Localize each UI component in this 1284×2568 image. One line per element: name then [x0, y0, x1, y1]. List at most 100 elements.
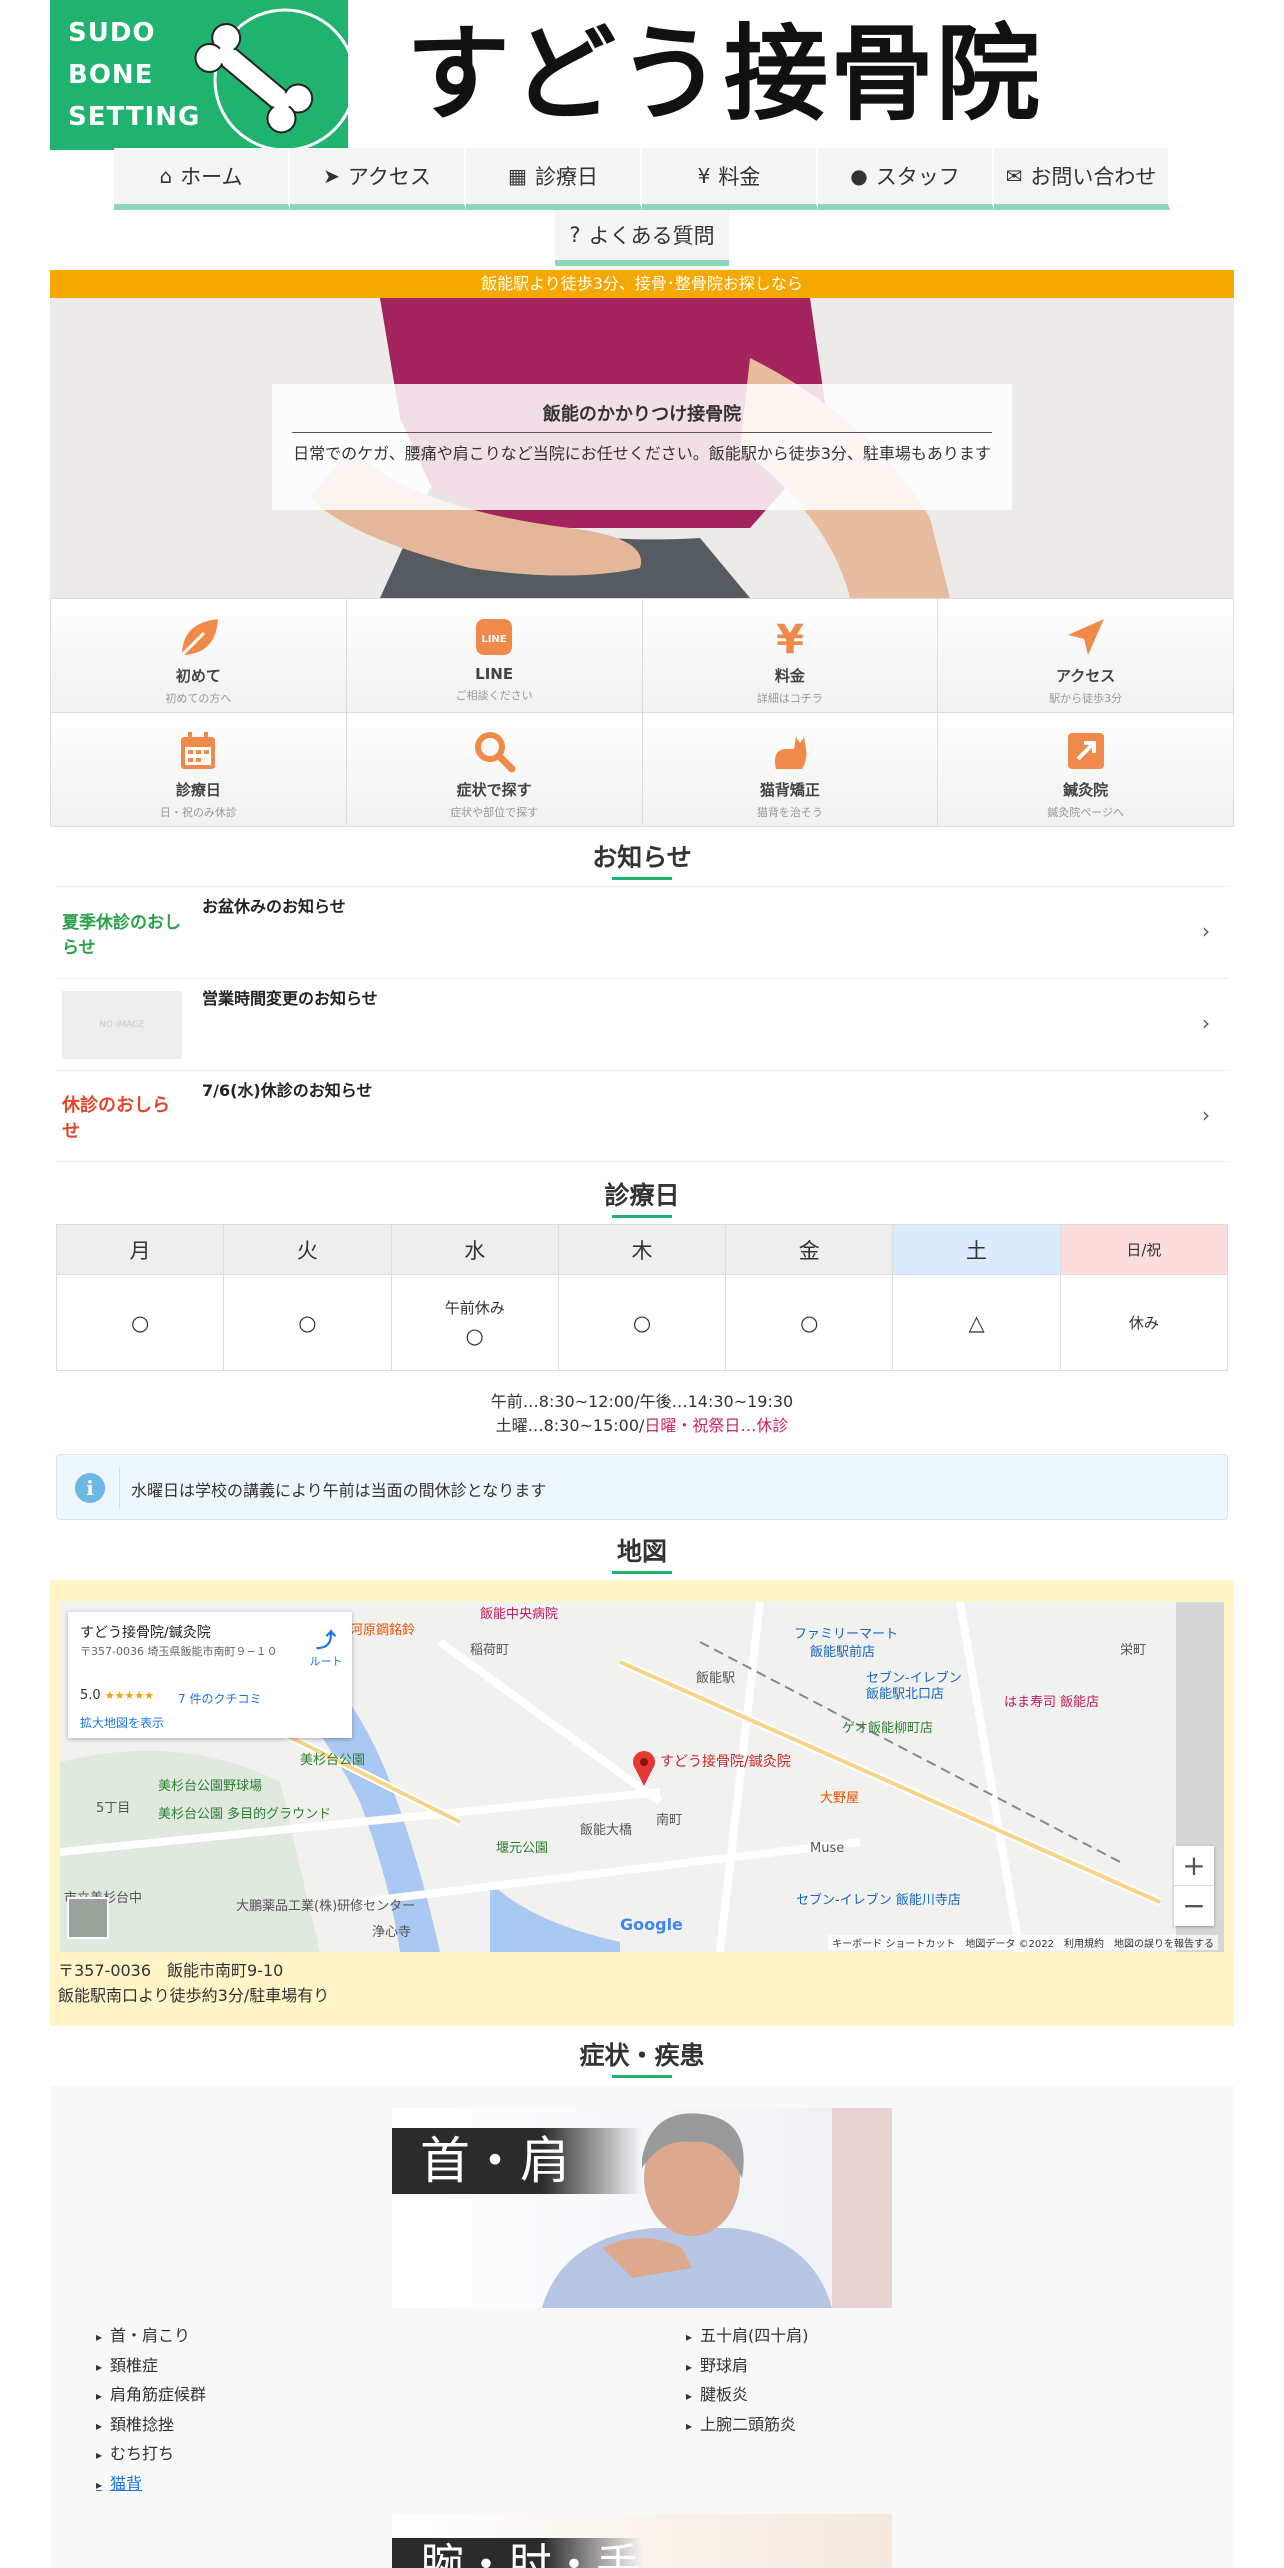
day-status: ○: [465, 1324, 484, 1348]
heading-text: 地図: [611, 1532, 673, 1574]
reviews-link[interactable]: 7 件のクチコミ: [178, 1690, 261, 1707]
menu-price[interactable]: ¥ 料金 詳細はコチラ: [642, 599, 939, 713]
line-icon: LINE: [476, 619, 513, 655]
symptom-item: 頚椎症: [96, 2352, 206, 2382]
day-header: 水: [390, 1224, 559, 1275]
heading-text: 症状・疾患: [579, 2036, 705, 2078]
day-status: △: [892, 1274, 1061, 1371]
map-section: すどう接骨院/鍼灸院 飯能中央病院 稲荷町 ファミリーマート 飯能駅前店 飯能駅…: [50, 1580, 1234, 2026]
day-status: 休み: [1059, 1274, 1229, 1371]
map-pin-label: すどう接骨院/鍼灸院: [660, 1753, 791, 1770]
nav-label: 料金: [718, 165, 761, 189]
symptom-item: むち打ち: [96, 2440, 206, 2470]
news-title[interactable]: お盆休みのお知らせ: [202, 893, 346, 917]
map-place-label: 浄心寺: [372, 1925, 411, 1940]
schedule-heading: 診療日: [50, 1176, 1234, 1218]
nav-access[interactable]: ➤ アクセス: [290, 148, 466, 210]
map-place-label: 美杉台公園 多目的グラウンド: [158, 1806, 331, 1822]
day-note: 午前休み: [444, 1299, 505, 1317]
user-icon: ●: [850, 164, 868, 188]
symptom-item: 頚椎捻挫: [96, 2411, 206, 2441]
envelope-icon: ✉: [1005, 164, 1023, 188]
address-line: 飯能駅南口より徒歩約3分/駐車場有り: [58, 1986, 330, 2005]
logo-line: SETTING: [68, 102, 201, 132]
map-place-label: 飯能大橋: [580, 1823, 632, 1838]
map-place-label: Muse: [810, 1841, 844, 1856]
nav-label: アクセス: [347, 165, 431, 189]
neck-shoulder-image: 首・肩: [392, 2108, 892, 2308]
news-item[interactable]: 夏季休診のおしらせ お盆休みのお知らせ ›: [56, 886, 1228, 978]
day-status: ○: [725, 1274, 894, 1371]
menu-posture[interactable]: 猫背矯正 猫背を治そう: [642, 713, 939, 827]
place-rating: 5.0 ★★★★★: [80, 1688, 154, 1703]
chevron-right-icon: ›: [1202, 1103, 1210, 1127]
nav-price[interactable]: ¥ 料金: [642, 148, 818, 210]
hero-caption: 飯能のかかりつけ接骨院 日常でのケガ、腰痛や肩こりなど当院にお任せください。飯能…: [272, 384, 1012, 510]
nav-label: ホーム: [180, 165, 243, 189]
svg-text:¥: ¥: [776, 617, 804, 659]
question-circle-icon: ?: [569, 223, 581, 247]
map-place-label: 南町: [656, 1812, 682, 1828]
menu-sub: 鍼灸院ページへ: [1047, 806, 1125, 819]
menu-first-visit[interactable]: 初めて 初めての方へ: [51, 599, 347, 713]
site-logo[interactable]: SUDO BONE SETTING: [50, 0, 348, 150]
menu-sub: 日・祝のみ休診: [159, 806, 237, 819]
external-link-icon: [1067, 733, 1104, 769]
directions-label: ルート: [309, 1655, 343, 1668]
info-icon: i: [75, 1473, 105, 1503]
menu-acupuncture[interactable]: 鍼灸院 鍼灸院ページへ: [938, 713, 1234, 827]
calendar-icon: [181, 732, 216, 769]
day-status: ○: [223, 1274, 392, 1371]
news-title[interactable]: 7/6(水)休診のお知らせ: [202, 1077, 372, 1101]
heading-text: 診療日: [604, 1176, 680, 1218]
menu-schedule[interactable]: 診療日 日・祝のみ休診: [51, 713, 347, 827]
site-title[interactable]: すどう接骨院: [406, 14, 1042, 134]
google-map[interactable]: すどう接骨院/鍼灸院 飯能中央病院 稲荷町 ファミリーマート 飯能駅前店 飯能駅…: [60, 1602, 1224, 1952]
menu-label: アクセス: [1055, 667, 1116, 685]
menu-sub: ご相談ください: [455, 689, 533, 702]
logo-line: BONE: [68, 60, 154, 90]
location-arrow-icon: ➤: [323, 164, 340, 188]
main-nav: ⌂ ホーム ➤ アクセス ▦ 診療日 ¥ 料金 ● スタッフ ✉ お問い合わせ: [114, 148, 1170, 210]
nav-label: スタッフ: [875, 165, 960, 189]
news-item[interactable]: NO IMAGE 営業時間変更のお知らせ ›: [56, 978, 1228, 1070]
clinic-address: 〒357-0036 飯能市南町9-10 飯能駅南口より徒歩約3分/駐車場有り: [58, 1958, 329, 2008]
symptom-link[interactable]: 猫背: [96, 2470, 206, 2500]
symptom-item: 腱板炎: [686, 2381, 809, 2411]
zoom-in-button[interactable]: +: [1174, 1846, 1214, 1886]
map-place-label: 大鵬薬品工業(株)研修センター: [236, 1898, 415, 1914]
day-header: 木: [557, 1224, 727, 1275]
chevron-right-icon: ›: [1202, 919, 1210, 943]
day-header: 日/祝: [1059, 1224, 1229, 1275]
map-place-label: 飯能駅北口店: [866, 1687, 944, 1702]
menu-sub: 詳細はコチラ: [756, 692, 823, 705]
nav-faq[interactable]: ? よくある質問: [555, 210, 729, 266]
place-address: 〒357-0036 埼玉県飯能市南町９−１０: [80, 1645, 278, 1658]
menu-symptom-search[interactable]: 症状で探す 症状や部位で探す: [346, 713, 643, 827]
news-title[interactable]: 営業時間変更のお知らせ: [202, 985, 378, 1009]
nav-contact[interactable]: ✉ お問い合わせ: [994, 148, 1170, 210]
day-status: ○: [557, 1274, 727, 1371]
nav-schedule[interactable]: ▦ 診療日: [466, 148, 642, 210]
nav-staff[interactable]: ● スタッフ: [818, 148, 994, 210]
news-thumbnail: NO IMAGE: [62, 991, 182, 1059]
map-place-label: 栄町: [1120, 1643, 1146, 1658]
day-header: 金: [725, 1224, 894, 1275]
hero-text: 日常でのケガ、腰痛や肩こりなど当院にお任せください。飯能駅から徒歩3分、駐車場も…: [293, 444, 991, 463]
map-footer[interactable]: キーボード ショートカット 地図データ ©2022 利用規約 地図の誤りを報告す…: [828, 1935, 1218, 1950]
office-hours: 午前…8:30~12:00/午後…14:30~19:30 土曜…8:30~15:…: [50, 1390, 1234, 1438]
day-header: 土: [892, 1224, 1061, 1275]
nav-home[interactable]: ⌂ ホーム: [114, 148, 290, 210]
menu-line[interactable]: LINE LINE ご相談ください: [346, 599, 643, 713]
directions-button[interactable]: ⤴ ルート: [304, 1624, 348, 1669]
map-place-label: 美杉台公園: [300, 1753, 365, 1768]
larger-map-link[interactable]: 拡大地図を表示: [80, 1714, 164, 1731]
banner-text: 飯能駅より徒歩3分、接骨･整骨院お探しなら: [50, 270, 1234, 298]
zoom-out-button[interactable]: −: [1174, 1886, 1214, 1926]
map-place-label: 稲荷町: [470, 1643, 509, 1658]
hours-line: 土曜…8:30~15:00/日曜・祝祭日…休診: [50, 1414, 1234, 1438]
news-item[interactable]: 休診のおしらせ 7/6(水)休診のお知らせ ›: [56, 1070, 1228, 1162]
chevron-right-icon: ›: [1202, 1011, 1210, 1035]
cat-icon: [774, 737, 807, 769]
menu-access[interactable]: アクセス 駅から徒歩3分: [938, 599, 1234, 713]
